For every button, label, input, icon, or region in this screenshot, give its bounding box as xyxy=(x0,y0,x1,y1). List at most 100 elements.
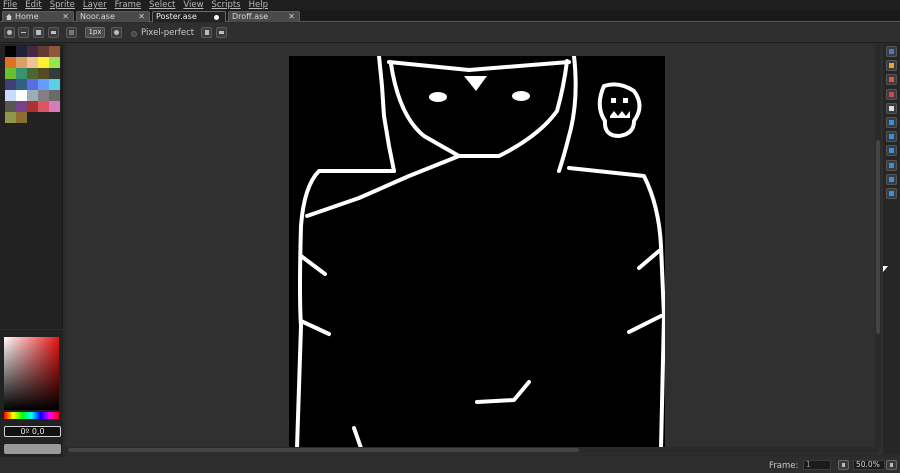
zoom-icon xyxy=(889,105,894,111)
sprite-canvas[interactable] xyxy=(289,56,665,448)
menu-frame[interactable]: Frame xyxy=(115,0,141,10)
close-icon[interactable]: ✕ xyxy=(62,12,69,22)
stroke-shoulder-right xyxy=(567,166,665,448)
palette-swatch[interactable] xyxy=(38,79,49,90)
blur-tool-button[interactable] xyxy=(886,173,897,185)
menu-help[interactable]: Help xyxy=(249,0,268,10)
palette-swatch[interactable] xyxy=(5,90,16,101)
palette-swatch[interactable] xyxy=(16,57,27,68)
palette-swatch[interactable] xyxy=(38,101,49,112)
palette-swatch[interactable] xyxy=(27,79,38,90)
palette-swatch[interactable] xyxy=(38,68,49,79)
rectangle-tool-button[interactable] xyxy=(886,159,897,171)
menu-scripts[interactable]: Scripts xyxy=(212,0,241,10)
palette-swatch[interactable] xyxy=(5,112,16,123)
palette-swatch[interactable] xyxy=(49,90,60,101)
menu-sprite[interactable]: Sprite xyxy=(50,0,75,10)
palette-swatch[interactable] xyxy=(27,46,38,57)
palette-swatch[interactable] xyxy=(38,46,49,57)
paint-bucket-tool-button[interactable] xyxy=(886,131,897,143)
palette-swatch[interactable] xyxy=(5,101,16,112)
eyedropper-icon xyxy=(889,91,894,97)
rectangle-marquee-tool-button[interactable] xyxy=(886,46,897,57)
tab-poster[interactable]: Poster.ase xyxy=(152,11,226,22)
palette-swatch[interactable] xyxy=(27,101,38,112)
frame-label: Frame: xyxy=(769,461,799,471)
hue-slider[interactable] xyxy=(4,412,59,419)
brush-circle-button[interactable] xyxy=(4,27,15,38)
eyedropper-tool-button[interactable] xyxy=(886,88,897,100)
palette-swatch[interactable] xyxy=(27,68,38,79)
horizontal-scroll-thumb[interactable] xyxy=(68,448,579,452)
saturation-value-box[interactable] xyxy=(4,337,59,410)
panel-toggle-button[interactable] xyxy=(886,460,897,470)
ink-type-button[interactable] xyxy=(111,27,122,38)
palette-swatch[interactable] xyxy=(27,57,38,68)
move-tool-button[interactable] xyxy=(886,117,897,128)
vertical-scrollbar[interactable] xyxy=(875,44,881,448)
brush-line-button[interactable] xyxy=(48,27,59,38)
horizontal-scrollbar[interactable] xyxy=(66,447,879,453)
palette-swatch[interactable] xyxy=(16,68,27,79)
palette-swatch[interactable] xyxy=(49,101,60,112)
stroke-strap xyxy=(305,154,461,218)
color-swap-button[interactable] xyxy=(4,444,61,454)
menu-select[interactable]: Select xyxy=(149,0,175,10)
menu-edit[interactable]: Edit xyxy=(25,0,41,10)
palette-swatch[interactable] xyxy=(5,46,16,57)
line-tool-button[interactable] xyxy=(886,145,897,157)
modified-dot-icon[interactable] xyxy=(214,15,219,20)
palette-swatch[interactable] xyxy=(5,68,16,79)
palette-swatch[interactable] xyxy=(16,101,27,112)
palette-swatch[interactable] xyxy=(5,79,16,90)
menu-file[interactable]: File xyxy=(3,0,17,10)
pencil-tool-button[interactable] xyxy=(886,60,897,72)
zoom-toggle-button[interactable] xyxy=(838,460,849,470)
palette-swatch[interactable] xyxy=(27,90,38,101)
palette-swatch[interactable] xyxy=(16,46,27,57)
palette-swatch[interactable] xyxy=(38,90,49,101)
editor-workspace[interactable] xyxy=(66,44,883,454)
brush-pattern-button[interactable] xyxy=(66,27,77,38)
tab-noor[interactable]: Noor.ase ✕ xyxy=(76,11,150,22)
menu-layer[interactable]: Layer xyxy=(83,0,107,10)
palette-grid xyxy=(5,46,60,123)
eye-right xyxy=(512,91,530,101)
palette-swatch[interactable] xyxy=(49,68,60,79)
frame-field[interactable]: 1 xyxy=(803,460,831,470)
tab-label: Home xyxy=(15,12,39,21)
eraser-tool-button[interactable] xyxy=(886,74,897,86)
palette-swatch[interactable] xyxy=(38,57,49,68)
color-value-field[interactable]: 0º 0,0 xyxy=(4,426,61,437)
brush-plus-button[interactable] xyxy=(18,27,29,38)
close-icon[interactable]: ✕ xyxy=(138,12,145,22)
palette-swatch[interactable] xyxy=(49,57,60,68)
brush-size-field[interactable]: 1px xyxy=(85,27,105,38)
zoom-field[interactable]: 50.0% xyxy=(853,460,885,470)
menu-view[interactable]: View xyxy=(183,0,203,10)
palette-swatch[interactable] xyxy=(49,79,60,90)
square-brush-icon xyxy=(36,30,41,35)
palette-swatch[interactable] xyxy=(16,79,27,90)
tab-droff[interactable]: Droff.ase ✕ xyxy=(228,11,300,22)
vertical-scroll-thumb[interactable] xyxy=(876,140,880,334)
pixel-perfect-checkbox[interactable] xyxy=(131,31,137,37)
dynamics-button[interactable] xyxy=(216,27,227,38)
pause-button[interactable] xyxy=(201,27,212,38)
zoom-tool-button[interactable] xyxy=(886,102,897,114)
brush-square-button[interactable] xyxy=(33,27,44,38)
tab-home[interactable]: Home ✕ xyxy=(2,11,74,22)
context-bar: 1px Pixel-perfect xyxy=(0,23,900,43)
palette-swatch[interactable] xyxy=(5,57,16,68)
rectangle-marquee-icon xyxy=(889,49,894,54)
palette-swatch[interactable] xyxy=(49,46,60,57)
spray-tool-button[interactable] xyxy=(886,188,897,199)
pattern-icon xyxy=(69,30,74,35)
palette-swatch[interactable] xyxy=(16,90,27,101)
status-bar: Frame: 1 50.0% xyxy=(0,457,900,473)
menu-bar: File Edit Sprite Layer Frame Select View… xyxy=(0,0,900,10)
stroke-hood-right xyxy=(557,56,578,173)
spray-icon xyxy=(889,191,894,196)
palette-swatch[interactable] xyxy=(16,112,27,123)
close-icon[interactable]: ✕ xyxy=(288,12,295,22)
